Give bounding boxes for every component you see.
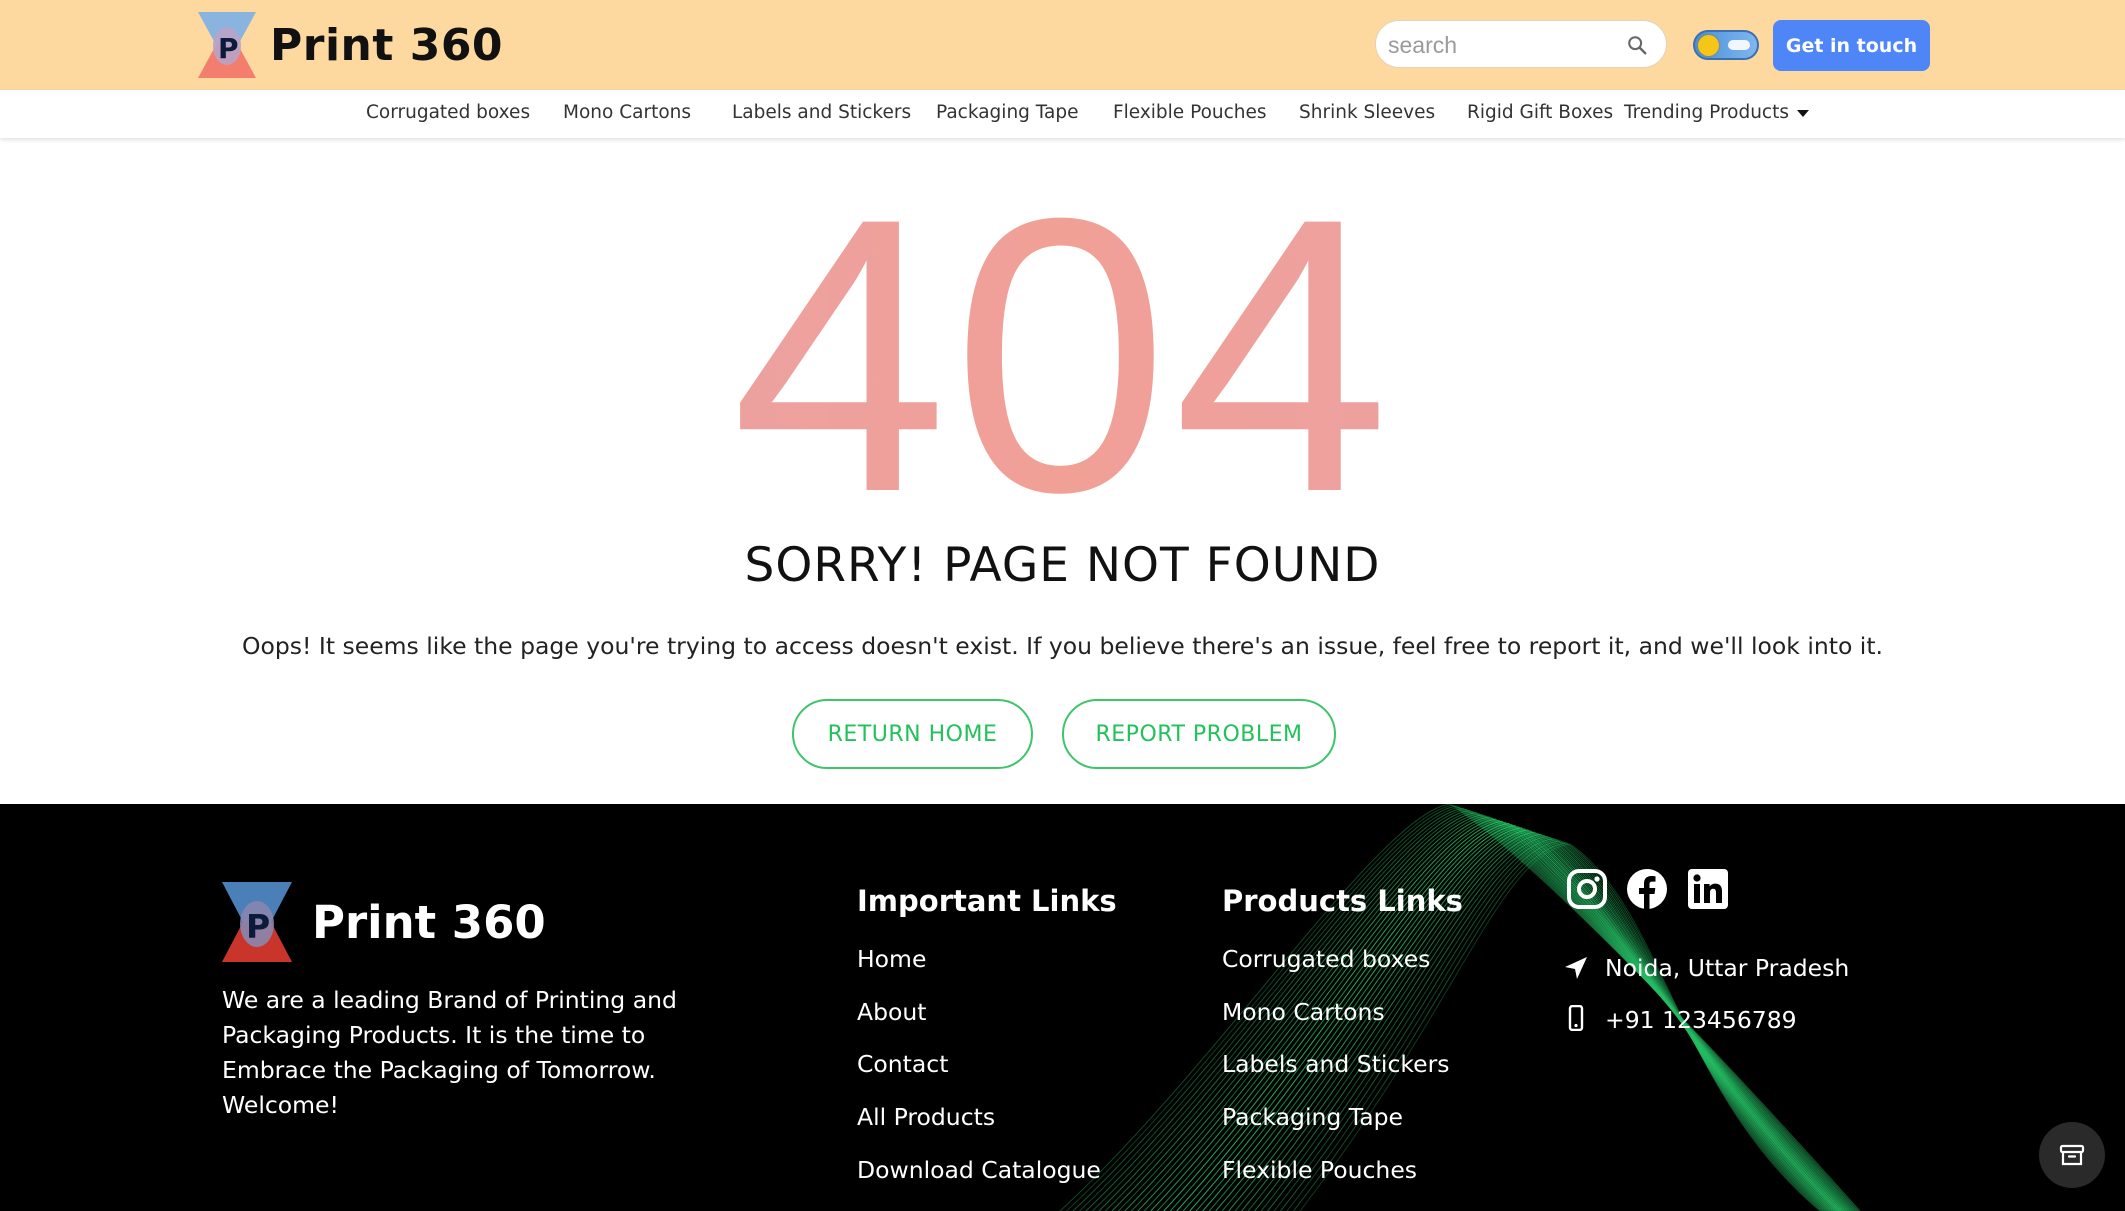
cloud-icon	[1728, 40, 1750, 50]
footer-product-packaging-tape[interactable]: Packaging Tape	[1222, 1103, 1403, 1131]
footer-link-contact[interactable]: Contact	[857, 1050, 948, 1078]
nav-item-corrugated-boxes[interactable]: Corrugated boxes	[366, 102, 530, 123]
nav-item-rigid-gift-boxes[interactable]: Rigid Gift Boxes	[1467, 102, 1613, 123]
print360-logo: P	[198, 12, 256, 78]
footer-link-about[interactable]: About	[857, 998, 926, 1026]
nav-item-trending-products[interactable]: Trending Products	[1624, 102, 1810, 123]
contact-location: Noida, Uttar Pradesh	[1605, 954, 1850, 982]
footer: P Print 360 We are a leading Brand of Pr…	[0, 804, 2125, 1211]
caret-down-icon	[1797, 109, 1810, 117]
svg-text:P: P	[218, 32, 239, 65]
facebook-icon[interactable]	[1626, 868, 1668, 910]
return-home-button[interactable]: RETURN HOME	[792, 699, 1033, 769]
trending-products-label: Trending Products	[1624, 102, 1790, 123]
print360-logo: P	[222, 882, 292, 962]
instagram-icon[interactable]	[1566, 868, 1608, 910]
footer-link-home[interactable]: Home	[857, 945, 926, 973]
error-title: SORRY! PAGE NOT FOUND	[744, 538, 1381, 593]
nav-item-mono-cartons[interactable]: Mono Cartons	[563, 102, 691, 123]
search-input[interactable]	[1388, 29, 1618, 61]
svg-text:P: P	[246, 907, 270, 946]
footer-about-text: We are a leading Brand of Printing and P…	[222, 986, 677, 1119]
footer-product-corrugated-boxes[interactable]: Corrugated boxes	[1222, 945, 1430, 973]
sun-icon	[1698, 35, 1719, 56]
footer-product-mono-cartons[interactable]: Mono Cartons	[1222, 998, 1385, 1026]
top-header: P Print 360 Get in touch	[0, 0, 2125, 90]
footer-product-labels-stickers[interactable]: Labels and Stickers	[1222, 1050, 1450, 1078]
error-code: 404	[0, 160, 2125, 550]
report-problem-button[interactable]: REPORT PROBLEM	[1062, 699, 1336, 769]
error-description: Oops! It seems like the page you're tryi…	[241, 632, 1884, 660]
location-arrow-icon	[1565, 957, 1587, 979]
get-in-touch-button[interactable]: Get in touch	[1773, 20, 1930, 71]
brand-name: Print 360	[270, 19, 504, 71]
nav-item-labels-stickers[interactable]: Labels and Stickers	[732, 102, 911, 123]
contact-phone: +91 123456789	[1605, 1006, 1797, 1034]
nav-item-shrink-sleeves[interactable]: Shrink Sleeves	[1299, 102, 1435, 123]
nav-item-flexible-pouches[interactable]: Flexible Pouches	[1113, 102, 1267, 123]
linkedin-icon[interactable]	[1687, 868, 1729, 910]
nav-item-packaging-tape[interactable]: Packaging Tape	[936, 102, 1079, 123]
theme-toggle[interactable]	[1693, 30, 1759, 60]
search-box	[1375, 20, 1667, 68]
brand[interactable]: P Print 360	[198, 12, 503, 78]
archive-box-icon	[2059, 1144, 2085, 1166]
floating-archive-button[interactable]	[2039, 1122, 2105, 1188]
important-links-heading: Important Links	[857, 884, 1117, 918]
footer-link-all-products[interactable]: All Products	[857, 1103, 995, 1131]
search-icon[interactable]	[1626, 34, 1648, 56]
footer-brand-name: Print 360	[312, 895, 546, 949]
footer-brand[interactable]: P Print 360	[222, 882, 546, 962]
products-links-heading: Products Links	[1222, 884, 1463, 918]
category-nav: Corrugated boxes Mono Cartons Labels and…	[0, 90, 2125, 138]
footer-product-flexible-pouches[interactable]: Flexible Pouches	[1222, 1156, 1417, 1184]
footer-link-download-catalogue[interactable]: Download Catalogue	[857, 1156, 1101, 1184]
phone-icon	[1568, 1005, 1584, 1031]
